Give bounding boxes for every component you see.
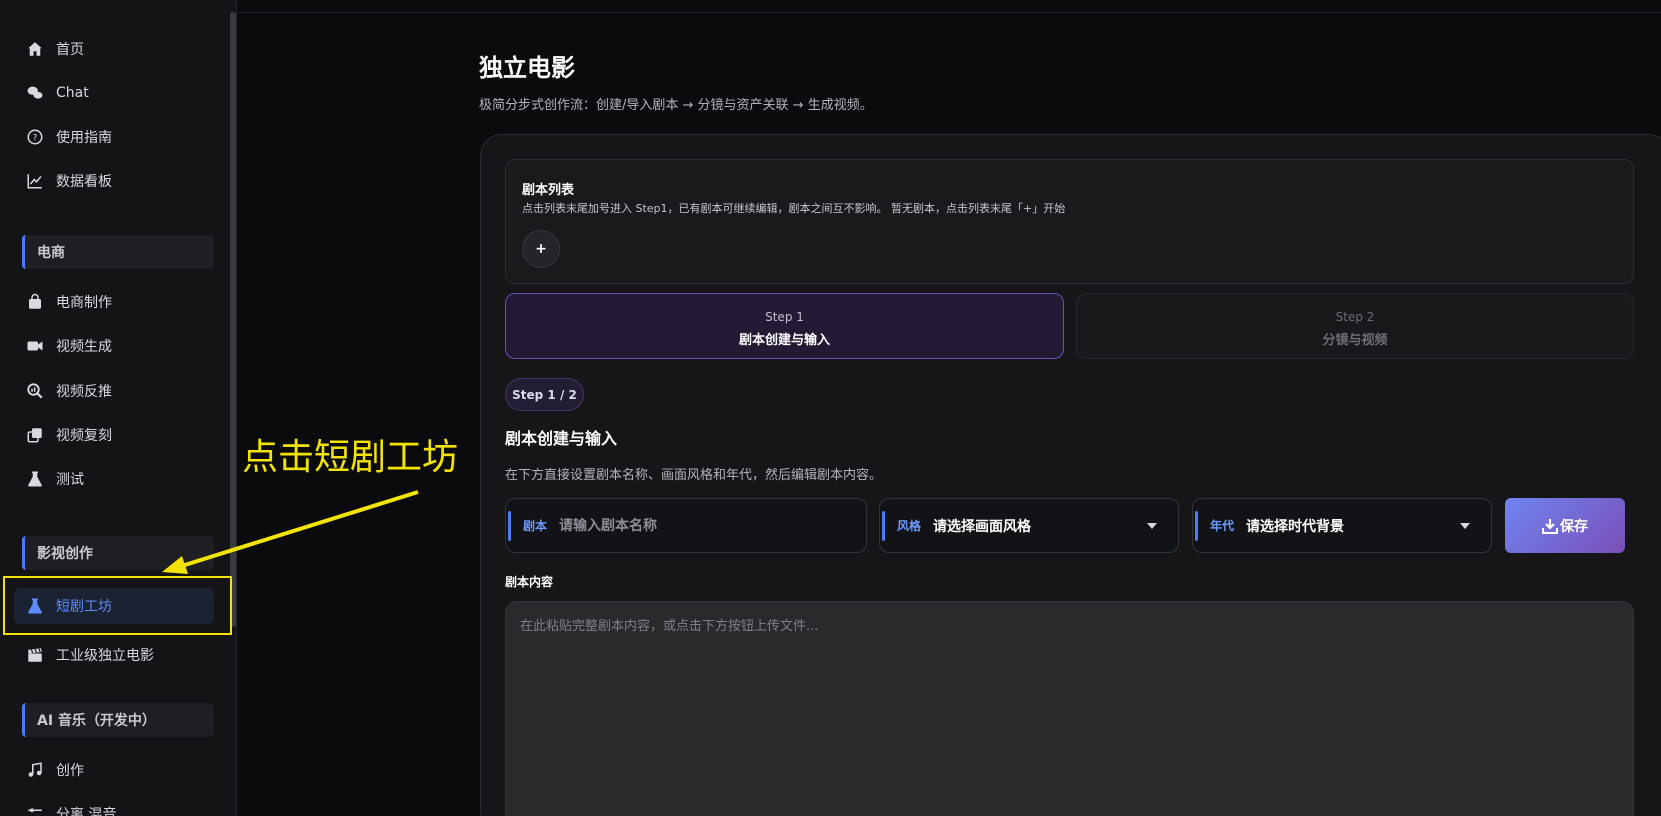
flask-icon <box>28 471 42 487</box>
step-number: Step 1 <box>765 310 804 324</box>
era-select-value: 请选择时代背景 <box>1246 518 1345 535</box>
clapper-icon <box>28 648 42 662</box>
section-ai-music: AI 音乐（开发中） <box>22 703 214 737</box>
header-divider <box>238 12 1661 13</box>
tab-step-2[interactable]: Step 2 分镜与视频 <box>1076 293 1634 359</box>
script-list-title: 剧本列表 <box>522 183 575 198</box>
sidebar-item-label: 视频反推 <box>56 384 112 400</box>
sidebar-item-chat[interactable]: Chat <box>22 75 214 111</box>
sidebar-item-label: 数据看板 <box>56 174 112 190</box>
section-title: AI 音乐（开发中） <box>37 713 156 729</box>
music-icon <box>28 762 42 777</box>
annotation-highlight-box <box>3 576 232 635</box>
chevron-down-icon <box>1460 523 1470 529</box>
add-script-button[interactable]: + <box>522 230 560 268</box>
era-select[interactable]: 年代 请选择时代背景 <box>1192 498 1492 553</box>
field-label: 年代 <box>1210 519 1235 533</box>
step-label: 分镜与视频 <box>1322 333 1388 348</box>
sidebar-item-dashboard[interactable]: 数据看板 <box>22 163 214 199</box>
sidebar-item-label: 分离 混音 <box>56 807 117 816</box>
sidebar-item-video-copy[interactable]: 视频复刻 <box>22 417 214 453</box>
section-title: 剧本创建与输入 <box>505 429 618 448</box>
download-icon <box>1542 518 1558 534</box>
sidebar-item-ecommerce-make[interactable]: 电商制作 <box>22 284 214 320</box>
textarea-placeholder: 在此粘贴完整剧本内容，或点击下方按钮上传文件... <box>520 619 819 634</box>
script-content-textarea[interactable]: 在此粘贴完整剧本内容，或点击下方按钮上传文件... <box>505 601 1634 816</box>
script-name-field[interactable]: 剧本 <box>505 498 867 553</box>
field-label: 风格 <box>897 519 922 533</box>
field-accent-bar <box>508 511 511 541</box>
section-title: 影视创作 <box>37 546 93 562</box>
sidebar-item-indie-film[interactable]: 工业级独立电影 <box>22 637 214 673</box>
chat-icon <box>27 86 43 99</box>
copy-icon <box>27 428 42 443</box>
sidebar-item-mix[interactable]: 分离 混音 <box>22 796 214 816</box>
sidebar-item-label: 视频生成 <box>56 339 112 355</box>
sidebar-item-label: 工业级独立电影 <box>56 648 154 664</box>
annotation-text: 点击短剧工坊 <box>242 437 459 478</box>
search-icon <box>27 383 43 399</box>
sidebar-item-label: 测试 <box>56 472 84 488</box>
annotation-arrow-icon <box>162 490 419 574</box>
step-progress-badge: Step 1 / 2 <box>505 378 584 411</box>
save-button-label: 保存 <box>1560 518 1588 535</box>
sidebar-item-compose[interactable]: 创作 <box>22 752 214 788</box>
section-description: 在下方直接设置剧本名称、画面风格和年代，然后编辑剧本内容。 <box>505 468 883 483</box>
script-name-input[interactable] <box>559 517 840 534</box>
app-root: 首页 Chat ? 使用指南 数据看板 电商 电商制作 视频生成 视频反推 视频… <box>0 0 1661 816</box>
section-title: 电商 <box>37 245 65 261</box>
sidebar-item-label: 视频复刻 <box>56 428 112 444</box>
sliders-icon <box>28 808 42 816</box>
sidebar-item-guide[interactable]: ? 使用指南 <box>22 119 214 155</box>
chart-icon <box>27 174 42 189</box>
sidebar-item-label: 使用指南 <box>56 130 112 146</box>
help-icon: ? <box>27 129 43 145</box>
section-ecommerce: 电商 <box>22 235 214 269</box>
field-accent-bar <box>1195 511 1198 541</box>
sidebar-item-video-gen[interactable]: 视频生成 <box>22 328 214 364</box>
sidebar-item-label: 首页 <box>56 42 84 58</box>
chevron-down-icon <box>1147 523 1157 529</box>
sidebar-item-label: 电商制作 <box>56 295 112 311</box>
bag-icon <box>29 293 41 309</box>
script-list-panel: 剧本列表 点击列表末尾加号进入 Step1，已有剧本可继续编辑，剧本之间互不影响… <box>505 159 1634 284</box>
style-select[interactable]: 风格 请选择画面风格 <box>879 498 1179 553</box>
video-icon <box>27 341 43 351</box>
step-label: 剧本创建与输入 <box>738 333 830 348</box>
step-number: Step 2 <box>1335 310 1375 324</box>
sidebar-item-home[interactable]: 首页 <box>22 31 214 67</box>
save-button[interactable]: 保存 <box>1505 498 1625 553</box>
home-icon <box>28 42 42 56</box>
sidebar-item-label: 创作 <box>56 763 84 779</box>
tab-step-1[interactable]: Step 1 剧本创建与输入 <box>505 293 1064 359</box>
page-title: 独立电影 <box>479 54 575 82</box>
field-accent-bar <box>882 511 885 541</box>
sidebar: 首页 Chat ? 使用指南 数据看板 电商 电商制作 视频生成 视频反推 视频… <box>0 0 237 816</box>
page-subtitle: 极简分步式创作流：创建/导入剧本 → 分镜与资产关联 → 生成视频。 <box>479 98 873 113</box>
sidebar-item-label: Chat <box>56 85 89 101</box>
sidebar-item-video-reverse[interactable]: 视频反推 <box>22 373 214 409</box>
content-label: 剧本内容 <box>505 575 554 589</box>
svg-text:?: ? <box>33 133 38 143</box>
field-label: 剧本 <box>523 519 548 533</box>
script-list-description: 点击列表末尾加号进入 Step1，已有剧本可继续编辑，剧本之间互不影响。 暂无剧… <box>522 202 1066 215</box>
style-select-value: 请选择画面风格 <box>933 518 1032 535</box>
